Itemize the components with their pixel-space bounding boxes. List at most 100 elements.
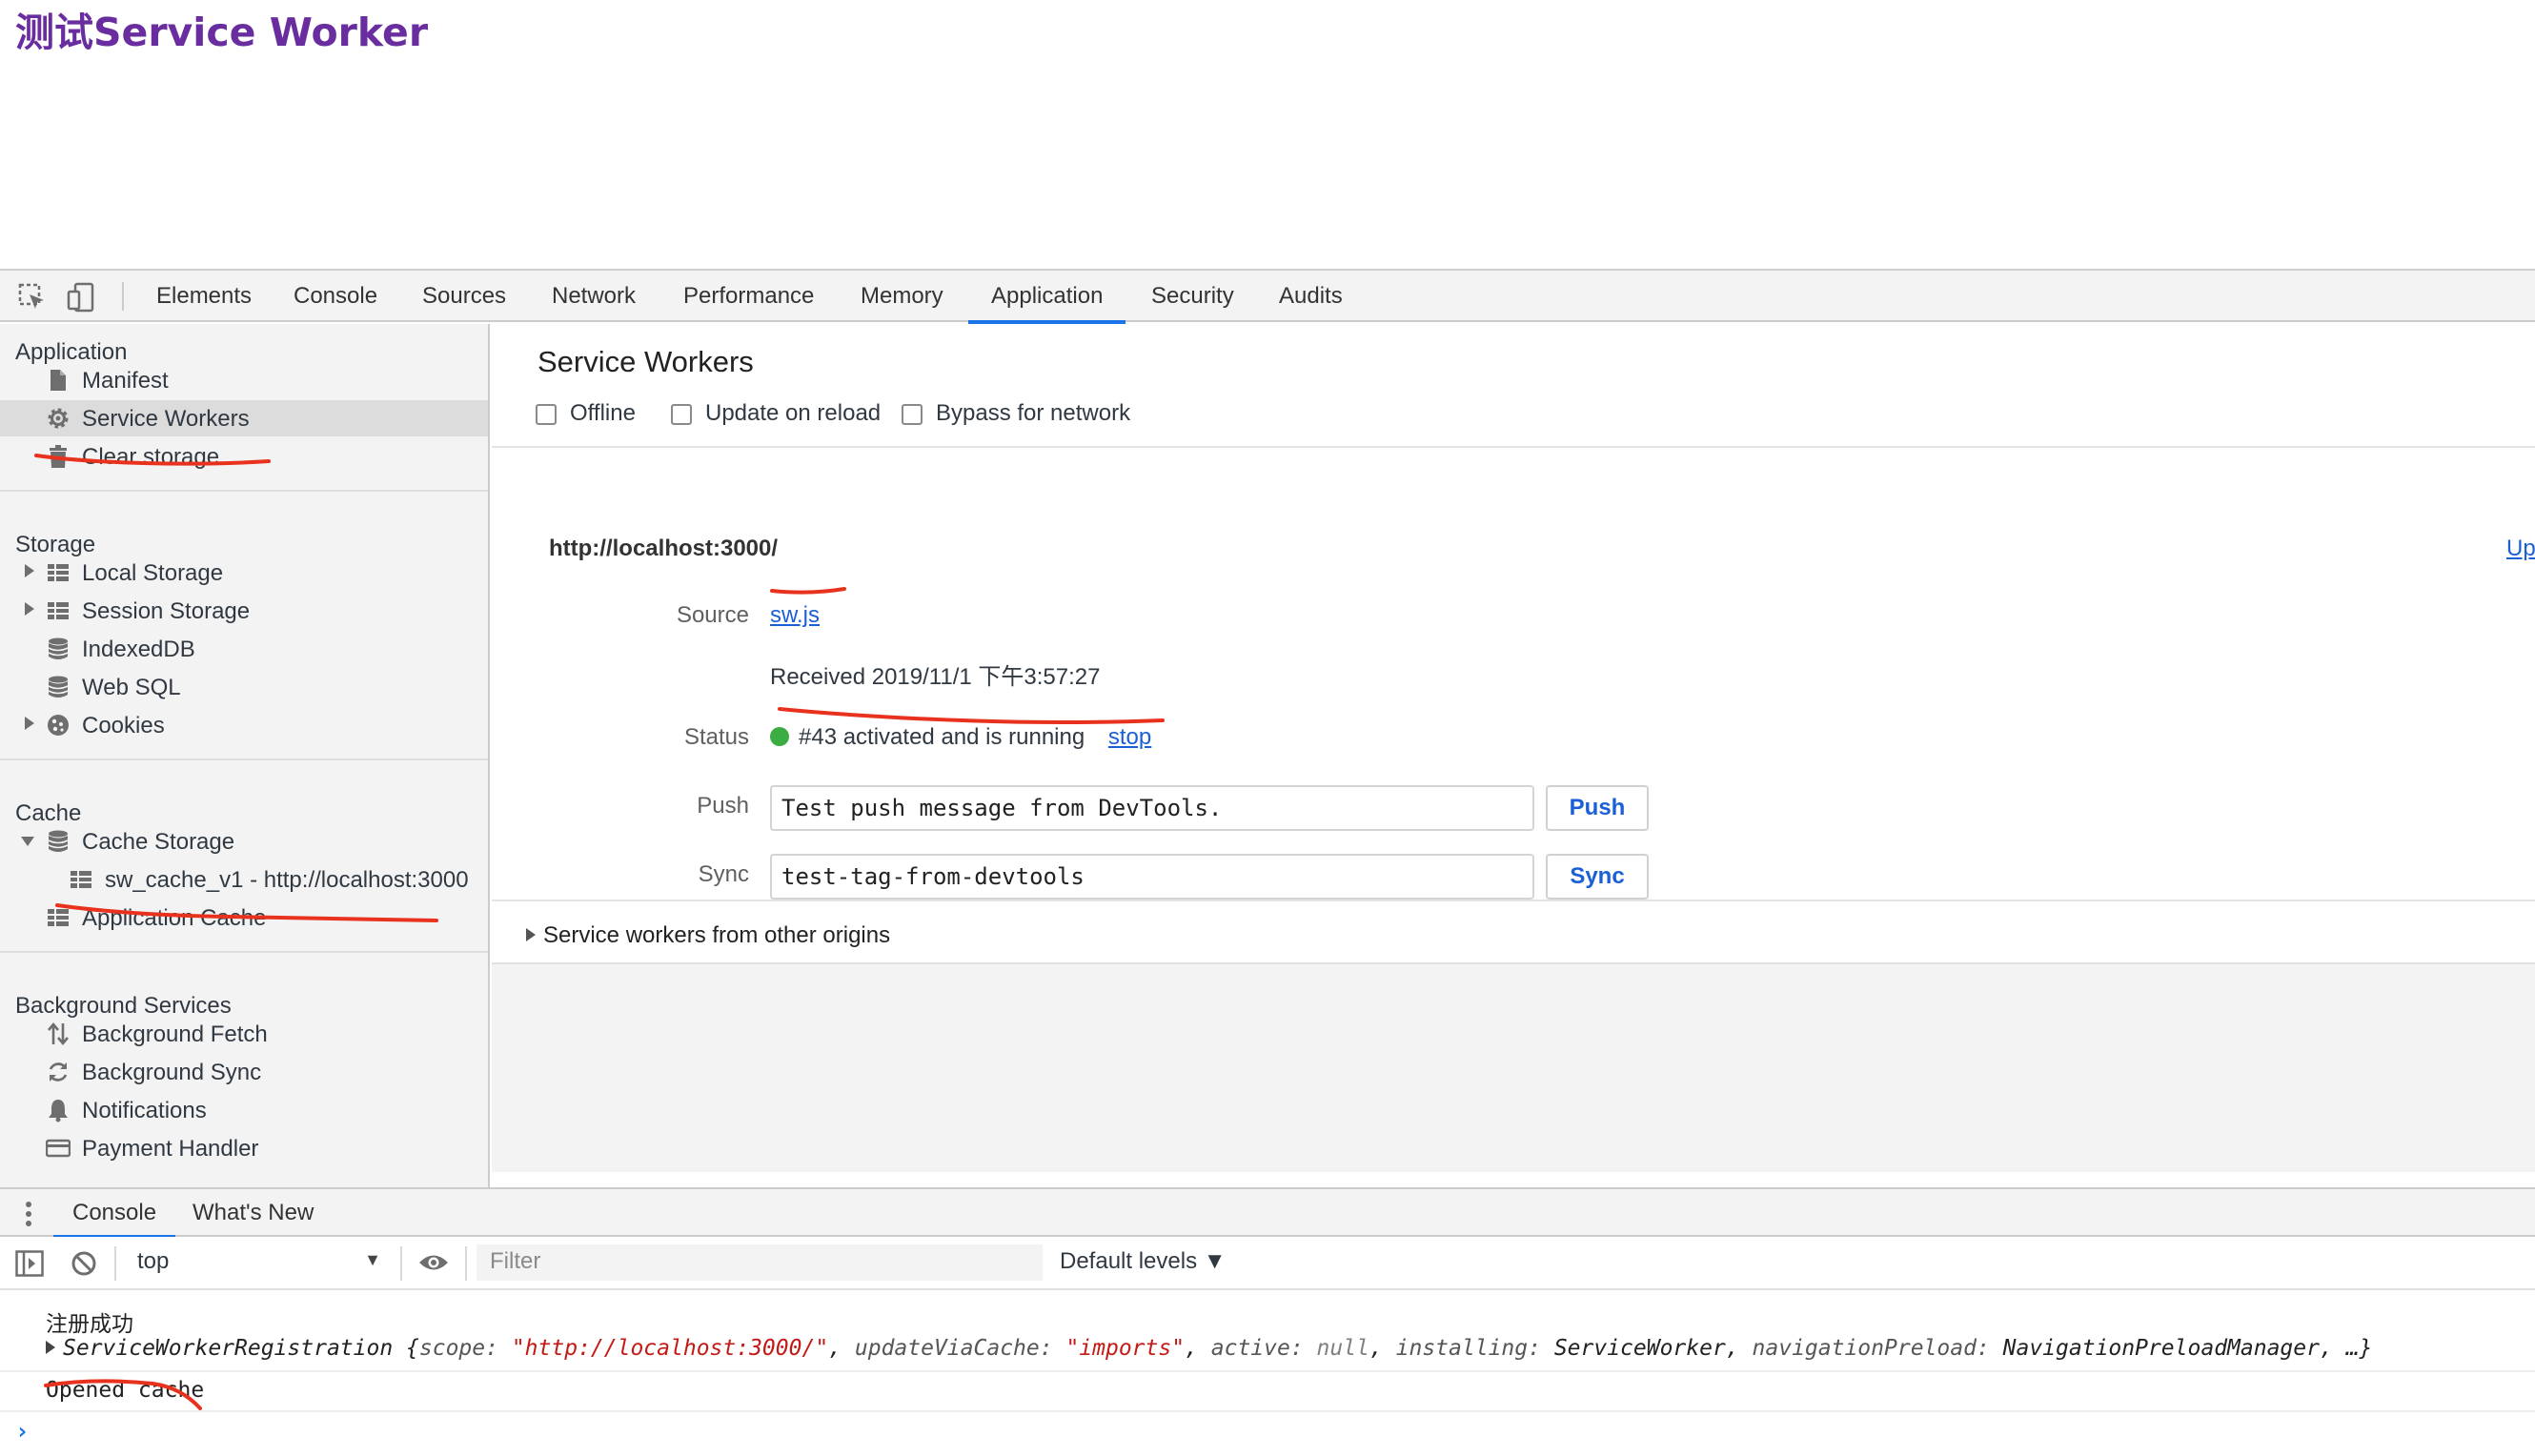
- page-heading: 测试Service Worker: [15, 10, 429, 55]
- offline-label: Offline: [570, 400, 636, 426]
- tab-console[interactable]: Console: [290, 271, 381, 322]
- sidebar-item-service-workers[interactable]: Service Workers: [0, 400, 488, 436]
- context-select[interactable]: top ▼: [133, 1244, 391, 1281]
- tab-audits[interactable]: Audits: [1275, 271, 1347, 322]
- device-toolbar-icon[interactable]: [67, 282, 97, 313]
- sidebar-item-session-storage[interactable]: Session Storage: [0, 593, 488, 629]
- sidebar-item-label: Cache Storage: [82, 829, 235, 855]
- sidebar-item-notifications[interactable]: Notifications: [0, 1092, 488, 1128]
- context-value: top: [137, 1248, 170, 1274]
- sidebar-item-sw-cache-v1[interactable]: sw_cache_v1 - http://localhost:3000: [0, 861, 488, 898]
- tab-sources[interactable]: Sources: [418, 271, 510, 322]
- sidebar-item-label: Manifest: [82, 368, 169, 394]
- eye-icon[interactable]: [417, 1250, 450, 1275]
- drawer-tab-console[interactable]: Console: [52, 1189, 176, 1239]
- sidebar-item-cookies[interactable]: Cookies: [0, 707, 488, 743]
- devtools-tabbar: Elements Console Sources Network Perform…: [0, 271, 2535, 324]
- message-divider: [0, 1410, 2535, 1412]
- console-filter-input[interactable]: Filter: [477, 1244, 1043, 1281]
- push-label: Push: [697, 793, 749, 819]
- panel-empty-area: [492, 962, 2535, 1172]
- more-options-icon[interactable]: [23, 1201, 34, 1227]
- status-running-icon: [770, 727, 789, 746]
- toolbar-separator: [122, 282, 124, 311]
- cookie-icon: [48, 715, 69, 736]
- sidebar-item-label: Clear storage: [82, 444, 220, 470]
- sidebar-divider: [0, 758, 488, 760]
- sidebar-item-label: Payment Handler: [82, 1136, 259, 1162]
- expand-arrow-icon[interactable]: [25, 717, 34, 730]
- sync-button[interactable]: Sync: [1546, 854, 1649, 900]
- console-output: 注册成功 ServiceWorkerRegistration {scope: "…: [0, 1292, 2535, 1456]
- grid-icon: [48, 564, 69, 581]
- database-icon: [48, 637, 69, 659]
- sidebar-item-clear-storage[interactable]: Clear storage: [0, 438, 488, 475]
- update-link[interactable]: Up: [2506, 536, 2535, 562]
- sidebar-item-local-storage[interactable]: Local Storage: [0, 555, 488, 591]
- status-label: Status: [683, 724, 749, 750]
- offline-checkbox[interactable]: [536, 404, 557, 425]
- drawer-tabbar: Console What's New: [0, 1187, 2535, 1239]
- tab-application[interactable]: Application: [967, 271, 1126, 324]
- update-on-reload-checkbox[interactable]: [671, 404, 692, 425]
- update-on-reload-label: Update on reload: [705, 400, 882, 426]
- sidebar-item-label: Notifications: [82, 1098, 207, 1123]
- panel-title: Service Workers: [537, 345, 754, 378]
- trash-icon: [50, 445, 67, 468]
- clear-console-icon[interactable]: [71, 1250, 97, 1277]
- push-message-input[interactable]: Test push message from DevTools.: [770, 785, 1534, 831]
- sidebar-item-label: IndexedDB: [82, 637, 195, 662]
- filter-placeholder: Filter: [490, 1248, 541, 1274]
- application-sidebar: Application Manifest Service Workers Cle…: [0, 324, 490, 1187]
- status-value: #43 activated and is running stop: [770, 724, 1151, 751]
- sidebar-item-label: Local Storage: [82, 560, 224, 586]
- stop-link[interactable]: stop: [1108, 724, 1151, 750]
- sidebar-item-payment-handler[interactable]: Payment Handler: [0, 1130, 488, 1166]
- devtools-panel: Elements Console Sources Network Perform…: [0, 269, 2535, 1456]
- sidebar-item-label: sw_cache_v1 - http://localhost:3000: [105, 867, 469, 893]
- push-button[interactable]: Push: [1546, 785, 1649, 831]
- tab-elements[interactable]: Elements: [152, 271, 255, 322]
- sidebar-item-label: Application Cache: [82, 905, 267, 931]
- sidebar-item-indexeddb[interactable]: IndexedDB: [0, 631, 488, 667]
- tab-network[interactable]: Network: [548, 271, 639, 322]
- console-prompt[interactable]: ›: [15, 1418, 29, 1445]
- expand-arrow-icon[interactable]: [25, 564, 34, 577]
- expand-arrow-icon[interactable]: [25, 602, 34, 616]
- sync-tag-input[interactable]: test-tag-from-devtools: [770, 854, 1534, 900]
- sidebar-item-manifest[interactable]: Manifest: [0, 362, 488, 398]
- sidebar-item-background-sync[interactable]: Background Sync: [0, 1054, 488, 1090]
- sidebar-divider: [0, 490, 488, 492]
- service-workers-panel: Service Workers Offline Update on reload…: [492, 324, 2535, 1187]
- toolbar-separator: [465, 1246, 467, 1281]
- database-icon: [48, 676, 69, 698]
- screenshot-root: 测试Service Worker Elements Console Source…: [0, 0, 2535, 1456]
- grid-icon: [48, 602, 69, 619]
- source-file-link[interactable]: sw.js: [770, 602, 820, 629]
- tab-performance[interactable]: Performance: [679, 271, 818, 322]
- up-down-arrows-icon: [48, 1021, 69, 1046]
- sidebar-item-application-cache[interactable]: Application Cache: [0, 900, 488, 936]
- status-text: #43 activated and is running: [799, 724, 1085, 750]
- received-time: Received 2019/11/1 下午3:57:27: [770, 664, 1101, 690]
- sidebar-item-cache-storage[interactable]: Cache Storage: [0, 823, 488, 859]
- tab-memory[interactable]: Memory: [857, 271, 947, 322]
- drawer-tab-whats-new[interactable]: What's New: [193, 1189, 314, 1237]
- object-name: ServiceWorkerRegistration: [63, 1336, 394, 1361]
- bypass-for-network-checkbox[interactable]: [902, 404, 923, 425]
- sync-icon: [49, 1062, 68, 1082]
- expand-arrow-icon[interactable]: [46, 1341, 55, 1354]
- inspect-element-icon[interactable]: [17, 282, 48, 313]
- sidebar-item-background-fetch[interactable]: Background Fetch: [0, 1016, 488, 1052]
- log-levels-dropdown[interactable]: Default levels ▼: [1060, 1248, 1227, 1275]
- collapse-arrow-icon[interactable]: [21, 837, 34, 846]
- sidebar-item-label: Service Workers: [82, 406, 250, 432]
- sidebar-item-web-sql[interactable]: Web SQL: [0, 669, 488, 705]
- console-message: 注册成功: [46, 1312, 133, 1337]
- grid-icon: [71, 871, 91, 888]
- show-sidebar-icon[interactable]: [15, 1250, 44, 1277]
- other-origins-toggle[interactable]: Service workers from other origins: [526, 922, 890, 949]
- sync-label: Sync: [698, 861, 749, 887]
- console-object[interactable]: ServiceWorkerRegistration {scope: "http:…: [46, 1336, 2372, 1361]
- tab-security[interactable]: Security: [1147, 271, 1238, 322]
